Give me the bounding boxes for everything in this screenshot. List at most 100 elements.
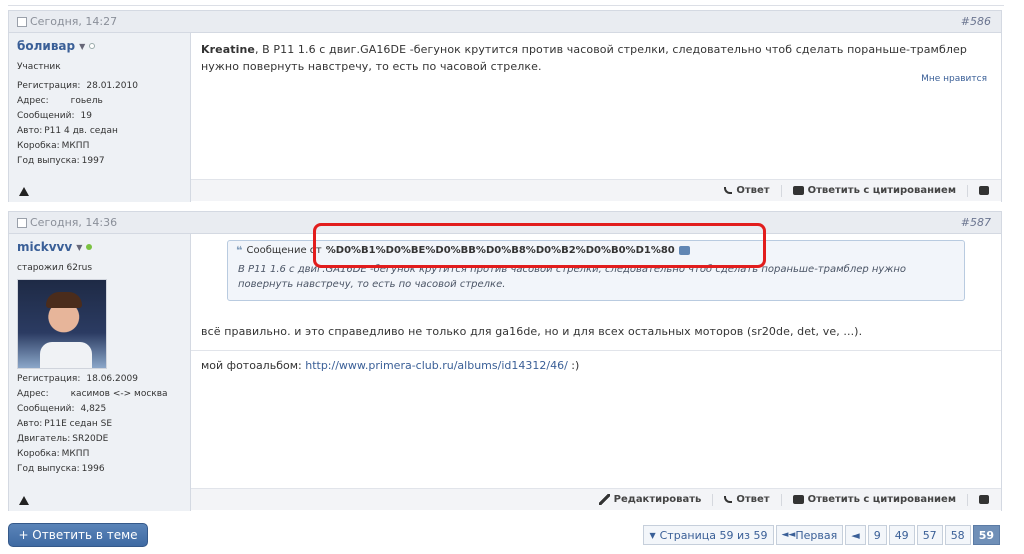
report-warning-icon[interactable] <box>19 187 29 196</box>
post-number-link[interactable]: #587 <box>961 216 991 229</box>
first-page-link[interactable]: ◄◄ Первая <box>775 525 844 545</box>
user-gearbox: Коробка: МКПП <box>17 449 182 459</box>
user-posts: Сообщений: 4,825 <box>17 404 182 414</box>
avatar[interactable] <box>17 279 107 369</box>
prev-page-link[interactable]: ◄ <box>845 525 866 545</box>
chevron-down-icon[interactable]: ▼ <box>79 42 85 51</box>
info-label: Год выпуска: <box>17 156 80 166</box>
quote-icon <box>792 495 804 504</box>
post-number-link[interactable]: #586 <box>961 15 991 28</box>
multiquote-icon <box>979 495 989 504</box>
username-wrap: mickvvv ▼ <box>17 240 182 254</box>
info-label: Регистрация: <box>17 374 81 384</box>
page-of-dropdown[interactable]: ▼ Страница 59 из 59 <box>643 525 774 545</box>
reply-label: Ответ <box>736 494 770 505</box>
avatar-shirt <box>40 342 92 368</box>
user-reg: Регистрация: 28.01.2010 <box>17 81 182 91</box>
user-title: старожил 62rus <box>17 263 93 273</box>
signature-link[interactable]: http://www.primera-club.ru/albums/id1431… <box>305 359 568 372</box>
username-link[interactable]: mickvvv <box>17 240 72 254</box>
info-value: МКПП <box>61 141 90 151</box>
info-label: Двигатель: <box>17 434 71 444</box>
view-post-icon[interactable] <box>678 246 690 255</box>
post-587: Сегодня, 14:36 #587 mickvvv ▼ старожил 6… <box>8 211 1002 511</box>
post-date-wrap: Сегодня, 14:27 <box>17 15 117 28</box>
info-value: 1997 <box>81 156 105 166</box>
post-actions: Редактировать Ответ Ответить с цитирован… <box>191 488 1001 510</box>
info-label: Адрес: <box>17 96 49 106</box>
user-reg: Регистрация: 18.06.2009 <box>17 374 182 384</box>
post-body: боливар ▼ Участник Регистрация: 28.01.201… <box>9 33 1001 202</box>
info-label: Год выпуска: <box>17 464 80 474</box>
info-label: Коробка: <box>17 141 60 151</box>
user-car: Авто: P11E седан SE <box>17 419 182 429</box>
post-actions: Ответ Ответить с цитированием <box>191 179 1001 201</box>
info-label: Адрес: <box>17 389 49 399</box>
chevron-down-icon[interactable]: ▼ <box>76 243 82 252</box>
current-page: 59 <box>972 525 1000 545</box>
user-address: Адрес: касимов <-> москва <box>17 389 182 399</box>
multiquote-button[interactable] <box>968 185 989 197</box>
quote-marks-icon: ❝ <box>236 244 243 257</box>
page-link[interactable]: 57 <box>916 525 943 545</box>
info-label: Авто: <box>17 126 43 136</box>
edit-label: Редактировать <box>613 494 702 505</box>
user-title: Участник <box>17 62 61 72</box>
quote-reply-button[interactable]: Ответить с цитированием <box>782 184 968 197</box>
info-label: Авто: <box>17 419 43 429</box>
user-info-panel: боливар ▼ Участник Регистрация: 28.01.201… <box>9 33 191 202</box>
chevron-down-icon: ▼ <box>649 530 656 540</box>
select-post-checkbox-icon[interactable] <box>17 217 27 228</box>
info-value: касимов <-> москва <box>70 389 168 399</box>
signature-prefix: мой фотоальбом: <box>201 359 302 372</box>
info-label: Сообщений: <box>17 404 75 414</box>
reply-to-thread-button[interactable]: + Ответить в теме <box>8 523 148 547</box>
like-link[interactable]: Мне нравится <box>921 74 987 84</box>
report-warning-icon[interactable] <box>19 496 29 505</box>
quote-text: В Р11 1.6 с двиг.GA16DE -бегунок крутитс… <box>238 264 907 290</box>
post-586: Сегодня, 14:27 #586 боливар ▼ Участник Р… <box>8 10 1002 202</box>
post-date: Сегодня, 14:36 <box>30 216 118 229</box>
post-body: mickvvv ▼ старожил 62rus Регистрация: 18.… <box>9 234 1001 511</box>
username-link[interactable]: боливар <box>17 39 75 53</box>
page-of-label: Страница 59 из 59 <box>659 528 768 542</box>
reply-button[interactable]: Ответ <box>713 493 782 506</box>
signature-suffix: :) <box>571 359 580 372</box>
info-value: 1996 <box>81 464 105 474</box>
info-value: МКПП <box>61 449 90 459</box>
select-post-checkbox-icon[interactable] <box>17 16 27 27</box>
multiquote-button[interactable] <box>968 494 989 506</box>
post-message: всё правильно. и это справедливо не толь… <box>201 325 863 338</box>
quote-author: %D0%B1%D0%BE%D0%BB%D0%B8%D0%B2%D0%B0%D1%… <box>325 245 675 256</box>
mention-author: Kreatine <box>201 43 255 56</box>
user-year: Год выпуска: 1997 <box>17 156 182 166</box>
post-content: ❝ Сообщение от %D0%B1%D0%BE%D0%BB%D0%B8%… <box>191 234 1001 511</box>
page-link[interactable]: 9 <box>867 525 887 545</box>
reply-button[interactable]: Ответ <box>713 184 782 197</box>
info-value: 18.06.2009 <box>86 374 138 384</box>
double-left-icon: ◄◄ <box>781 530 796 540</box>
info-value: 19 <box>80 111 92 121</box>
user-car: Авто: P11 4 дв. седан <box>17 126 182 136</box>
info-value: P11E седан SE <box>44 419 113 429</box>
quote-reply-button[interactable]: Ответить с цитированием <box>782 493 968 506</box>
reply-label: Ответ <box>736 185 770 196</box>
info-value: SR20DE <box>72 434 109 444</box>
page-link[interactable]: 49 <box>888 525 915 545</box>
info-value: гоьель <box>70 96 103 106</box>
avatar-hair <box>46 292 82 308</box>
post-date: Сегодня, 14:27 <box>30 15 118 28</box>
signature: мой фотоальбом: http://www.primera-club.… <box>191 351 1001 380</box>
user-address: Адрес: гоьель <box>17 96 182 106</box>
quote-icon <box>792 186 804 195</box>
quote-label: Ответить с цитированием <box>807 494 956 505</box>
page-link[interactable]: 58 <box>944 525 971 545</box>
offline-status-icon <box>89 43 96 49</box>
top-divider <box>8 0 1004 6</box>
quote-block: ❝ Сообщение от %D0%B1%D0%BE%D0%BB%D0%B8%… <box>227 240 965 301</box>
info-label: Коробка: <box>17 449 60 459</box>
info-label: Регистрация: <box>17 81 81 91</box>
edit-button[interactable]: Редактировать <box>588 493 714 506</box>
post-header: Сегодня, 14:27 #586 <box>9 11 1001 33</box>
reply-icon <box>724 496 733 503</box>
